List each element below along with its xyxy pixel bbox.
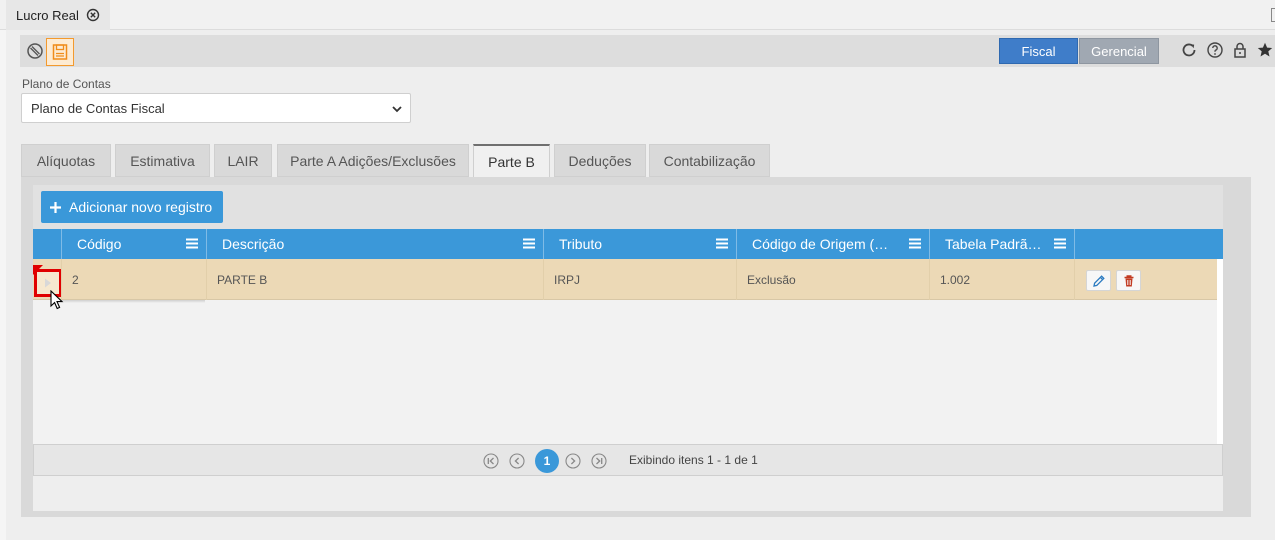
pager: 1 Exibindo itens 1 - 1 de 1 [33,444,1223,476]
prev-page-button[interactable] [508,452,526,470]
toolbar: Fiscal Gerencial [20,35,1275,67]
column-header-codigo[interactable]: Código [61,229,206,259]
grid-scrollbar[interactable] [1217,259,1223,444]
cell-actions [1074,259,1217,300]
plano-de-contas-value: Plano de Contas Fiscal [31,100,165,116]
column-label-codigo-origem: Código de Origem (Pa... [752,236,897,252]
help-icon[interactable] [1204,39,1226,61]
tab-content: Adicionar novo registro Código Descrição… [21,177,1251,517]
pencil-icon [1092,274,1105,287]
first-page-button[interactable] [482,452,500,470]
panel-edge-icon [1271,8,1275,22]
column-menu-icon[interactable] [523,238,535,249]
column-label-codigo: Código [77,236,122,252]
document-tab-title: Lucro Real [16,7,79,23]
chevron-down-icon [392,106,402,113]
column-label-tabela-padrao: Tabela Padrão... [945,236,1042,252]
tab-aliquotas[interactable]: Alíquotas [21,144,111,177]
delete-button[interactable] [1116,270,1141,291]
document-tab[interactable]: Lucro Real [6,0,110,30]
table-row[interactable]: 2 PARTE B IRPJ Exclusão 1.002 [33,259,1217,300]
page-number-button[interactable]: 1 [535,449,559,473]
plano-de-contas-select[interactable]: Plano de Contas Fiscal [21,93,411,123]
first-page-icon [483,453,499,469]
row-shadow [60,300,205,303]
column-menu-icon[interactable] [716,238,728,249]
cell-tributo: IRPJ [543,259,736,300]
column-header-tributo[interactable]: Tributo [543,229,736,259]
next-page-button[interactable] [564,452,582,470]
tab-deducoes[interactable]: Deduções [554,144,646,177]
refresh-icon[interactable] [1178,39,1200,61]
tab-parte-b[interactable]: Parte B [473,144,550,178]
save-icon[interactable] [46,38,74,66]
star-icon[interactable] [1254,39,1275,61]
expand-column-header [33,229,61,259]
mouse-cursor-icon [50,290,64,310]
column-menu-icon[interactable] [909,238,921,249]
cell-descricao: PARTE B [206,259,543,300]
next-page-icon [565,453,581,469]
window-tab-strip: Lucro Real [0,0,1275,30]
lock-icon[interactable] [1229,39,1251,61]
grid-header: Código Descrição Tributo Código de Orige… [33,229,1223,259]
tab-contabilizacao[interactable]: Contabilização [649,144,770,177]
column-label-tributo: Tributo [559,236,603,252]
plus-icon [50,201,61,213]
column-header-tabela-padrao[interactable]: Tabela Padrão... [929,229,1074,259]
fiscal-toggle[interactable]: Fiscal [999,38,1078,64]
column-header-codigo-origem[interactable]: Código de Origem (Pa... [736,229,929,259]
grid-container: Adicionar novo registro Código Descrição… [33,185,1223,511]
tab-parte-a[interactable]: Parte A Adições/Exclusões [277,144,469,177]
main-panel: Fiscal Gerencial Plano de Contas Plano d… [6,30,1275,540]
caret-right-icon [45,278,51,288]
column-menu-icon[interactable] [186,238,198,249]
trash-icon [1124,274,1133,286]
column-menu-icon[interactable] [1054,238,1066,249]
column-label-descricao: Descrição [222,236,285,252]
cell-tabela-padrao: 1.002 [929,259,1074,300]
gerencial-toggle[interactable]: Gerencial [1079,38,1159,64]
cell-codigo: 2 [61,259,206,300]
cell-codigo-origem: Exclusão [736,259,929,300]
edit-button[interactable] [1086,270,1111,291]
tab-estimativa[interactable]: Estimativa [115,144,210,177]
grid-toolbar: Adicionar novo registro [33,185,1223,229]
prev-page-icon [509,453,525,469]
block-icon[interactable] [23,39,47,63]
last-page-button[interactable] [590,452,608,470]
grid-body: 2 PARTE B IRPJ Exclusão 1.002 [33,259,1217,444]
column-header-descricao[interactable]: Descrição [206,229,543,259]
pager-info: Exibindo itens 1 - 1 de 1 [629,453,758,467]
plano-de-contas-label: Plano de Contas [22,77,111,91]
last-page-icon [591,453,607,469]
add-record-button[interactable]: Adicionar novo registro [41,191,223,223]
tab-lair[interactable]: LAIR [214,144,272,177]
add-record-label: Adicionar novo registro [69,199,213,215]
actions-column-header [1074,229,1223,259]
close-icon[interactable] [86,8,100,22]
